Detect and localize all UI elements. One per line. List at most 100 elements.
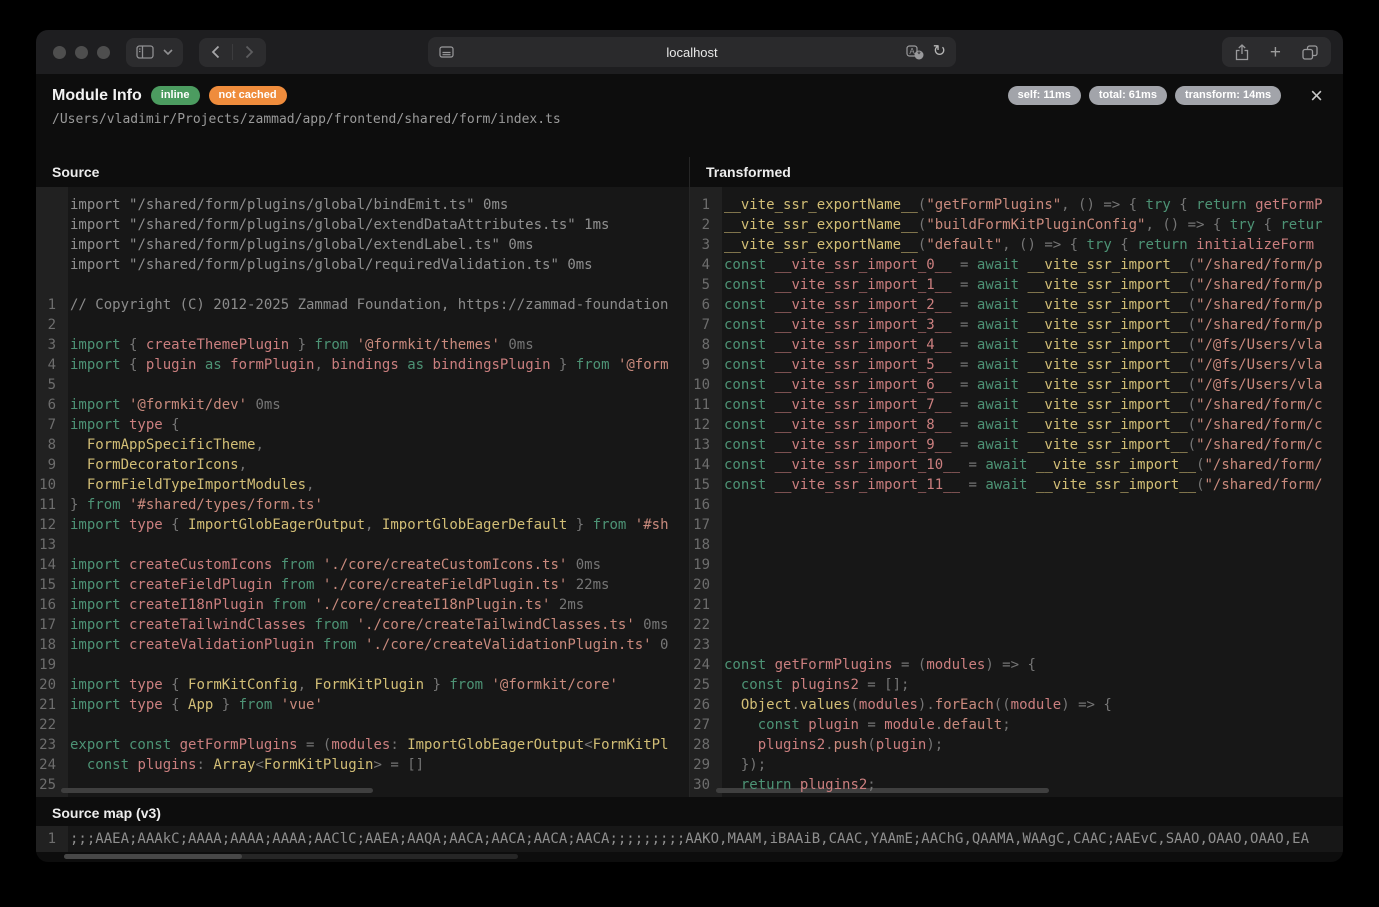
code-token: values xyxy=(800,697,851,713)
line-number: 11 xyxy=(690,395,716,415)
code-line: 24const getFormPlugins = (modules) => { xyxy=(690,655,1343,675)
module-link[interactable]: "/@fs/Users/vla xyxy=(1196,377,1322,393)
module-link[interactable]: '@formkit/core' xyxy=(483,677,618,693)
module-link[interactable]: "/shared/form/plugins/global/requiredVal… xyxy=(129,257,559,273)
code-token: __vite_ssr_exportName__ xyxy=(724,217,918,233)
code-line: 14import createCustomIcons from './core/… xyxy=(36,555,689,575)
code-token: = []; xyxy=(859,677,910,693)
line-number: 20 xyxy=(690,575,716,595)
module-link[interactable]: './core/createTailwindClasses.ts' xyxy=(348,617,635,633)
new-tab-icon[interactable]: + xyxy=(1270,43,1281,62)
module-link[interactable]: './core/createValidationPlugin.ts' xyxy=(357,637,652,653)
code-token: return xyxy=(1196,197,1247,213)
code-text: const __vite_ssr_import_11__ = await __v… xyxy=(716,477,1323,493)
module-link[interactable]: "/shared/form/c xyxy=(1196,437,1322,453)
code-token: = xyxy=(952,337,977,353)
line-number: 5 xyxy=(690,275,716,295)
code-text: import { plugin as formPlugin, bindings … xyxy=(62,357,669,373)
page-title: Module Info xyxy=(52,87,142,105)
sourcemap-hscrollbar[interactable] xyxy=(64,854,242,859)
code-token: }); xyxy=(724,757,766,773)
code-token: = xyxy=(960,457,985,473)
code-token: ( xyxy=(1188,357,1196,373)
code-token: ) => { xyxy=(1061,697,1112,713)
module-link[interactable]: "/shared/form/p xyxy=(1196,277,1322,293)
module-link[interactable]: "/shared/form/p xyxy=(1196,297,1322,313)
reload-icon[interactable]: ↻ xyxy=(933,44,946,60)
module-link[interactable]: './core/createI18nPlugin.ts' xyxy=(306,597,550,613)
module-link[interactable]: '#sh xyxy=(626,517,668,533)
code-token: const xyxy=(724,657,766,673)
module-link[interactable]: './core/createCustomIcons.ts' xyxy=(314,557,567,573)
line-number: 25 xyxy=(690,675,716,695)
code-token: = xyxy=(952,397,977,413)
code-token: import xyxy=(70,417,121,433)
code-token: getFormPlugins xyxy=(171,737,297,753)
forward-button[interactable] xyxy=(245,45,254,59)
code-text: const plugins2 = []; xyxy=(716,677,909,693)
line-number: 15 xyxy=(36,575,62,595)
traffic-light-minimize-button[interactable] xyxy=(75,46,88,59)
code-token: as xyxy=(196,357,221,373)
code-token: from xyxy=(264,597,306,613)
sidebar-toggle-button[interactable] xyxy=(126,38,183,67)
code-token: = xyxy=(952,277,977,293)
code-line: 4const __vite_ssr_import_0__ = await __v… xyxy=(690,255,1343,275)
code-token: __vite_ssr_import__ xyxy=(1019,337,1188,353)
module-link[interactable]: '#shared/types/form.ts' xyxy=(121,497,323,513)
translate-icon[interactable]: A * xyxy=(906,45,924,60)
code-token: ; xyxy=(1002,717,1010,733)
code-token: , xyxy=(306,477,314,493)
code-token: , () => { xyxy=(1002,237,1086,253)
module-link[interactable]: 'vue' xyxy=(272,697,323,713)
transformed-panel: Transformed 1__vite_ssr_exportName__("ge… xyxy=(689,157,1343,797)
code-token: { xyxy=(163,697,188,713)
code-token: = xyxy=(952,357,977,373)
code-token: ); xyxy=(926,737,943,753)
module-link[interactable]: "/shared/form/p xyxy=(1196,257,1322,273)
module-link[interactable]: '@formkit/dev' xyxy=(121,397,247,413)
code-line: 1// Copyright (C) 2012-2025 Zammad Found… xyxy=(36,295,689,315)
toolbar-right: + xyxy=(1222,37,1331,67)
code-text: FormDecoratorIcons, xyxy=(62,457,247,473)
module-link[interactable]: "/shared/form/ xyxy=(1205,477,1323,493)
code-text: plugins2.push(plugin); xyxy=(716,737,943,753)
traffic-light-close-button[interactable] xyxy=(53,46,66,59)
module-link[interactable]: "/@fs/Users/vla xyxy=(1196,337,1322,353)
code-token: . xyxy=(791,697,799,713)
code-text: import "/shared/form/plugins/global/exte… xyxy=(62,217,609,233)
tab-overview-icon[interactable] xyxy=(1302,45,1318,60)
url-text: localhost xyxy=(428,45,956,60)
line-number: 19 xyxy=(690,555,716,575)
module-link[interactable]: '@formkit/themes' xyxy=(348,337,500,353)
module-link[interactable]: "/shared/form/plugins/global/extendDataA… xyxy=(129,217,576,233)
code-token: { xyxy=(121,337,146,353)
code-text: const __vite_ssr_import_1__ = await __vi… xyxy=(716,277,1323,293)
module-link[interactable]: "/shared/form/c xyxy=(1196,417,1322,433)
module-link[interactable]: "/shared/form/plugins/global/bindEmit.ts… xyxy=(129,197,475,213)
close-overlay-button[interactable]: × xyxy=(1310,88,1323,104)
code-token: createThemePlugin xyxy=(146,337,289,353)
code-text: const __vite_ssr_import_2__ = await __vi… xyxy=(716,297,1323,313)
code-token: plugins2 xyxy=(758,737,825,753)
browser-window: localhost A * ↻ + xyxy=(36,30,1343,862)
code-token: = xyxy=(960,477,985,493)
code-token: modules xyxy=(859,697,918,713)
module-link[interactable]: "/shared/form/p xyxy=(1196,317,1322,333)
back-button[interactable] xyxy=(211,45,220,59)
code-text: Object.values(modules).forEach((module) … xyxy=(716,697,1112,713)
code-token: = ( xyxy=(298,737,332,753)
traffic-light-zoom-button[interactable] xyxy=(97,46,110,59)
code-token: FormKitPlugin xyxy=(314,677,424,693)
code-token: import xyxy=(70,257,129,273)
module-link[interactable]: "/@fs/Users/vla xyxy=(1196,357,1322,373)
code-line: 2 xyxy=(36,315,689,335)
module-link[interactable]: "/shared/form/plugins/global/extendLabel… xyxy=(129,237,500,253)
share-icon[interactable] xyxy=(1235,44,1249,61)
code-line: 15const __vite_ssr_import_11__ = await _… xyxy=(690,475,1343,495)
module-link[interactable]: "/shared/form/c xyxy=(1196,397,1322,413)
module-link[interactable]: "/shared/form/ xyxy=(1205,457,1323,473)
url-bar[interactable]: localhost A * ↻ xyxy=(428,37,956,67)
module-link[interactable]: '@form xyxy=(610,357,669,373)
module-link[interactable]: './core/createFieldPlugin.ts' xyxy=(314,577,567,593)
